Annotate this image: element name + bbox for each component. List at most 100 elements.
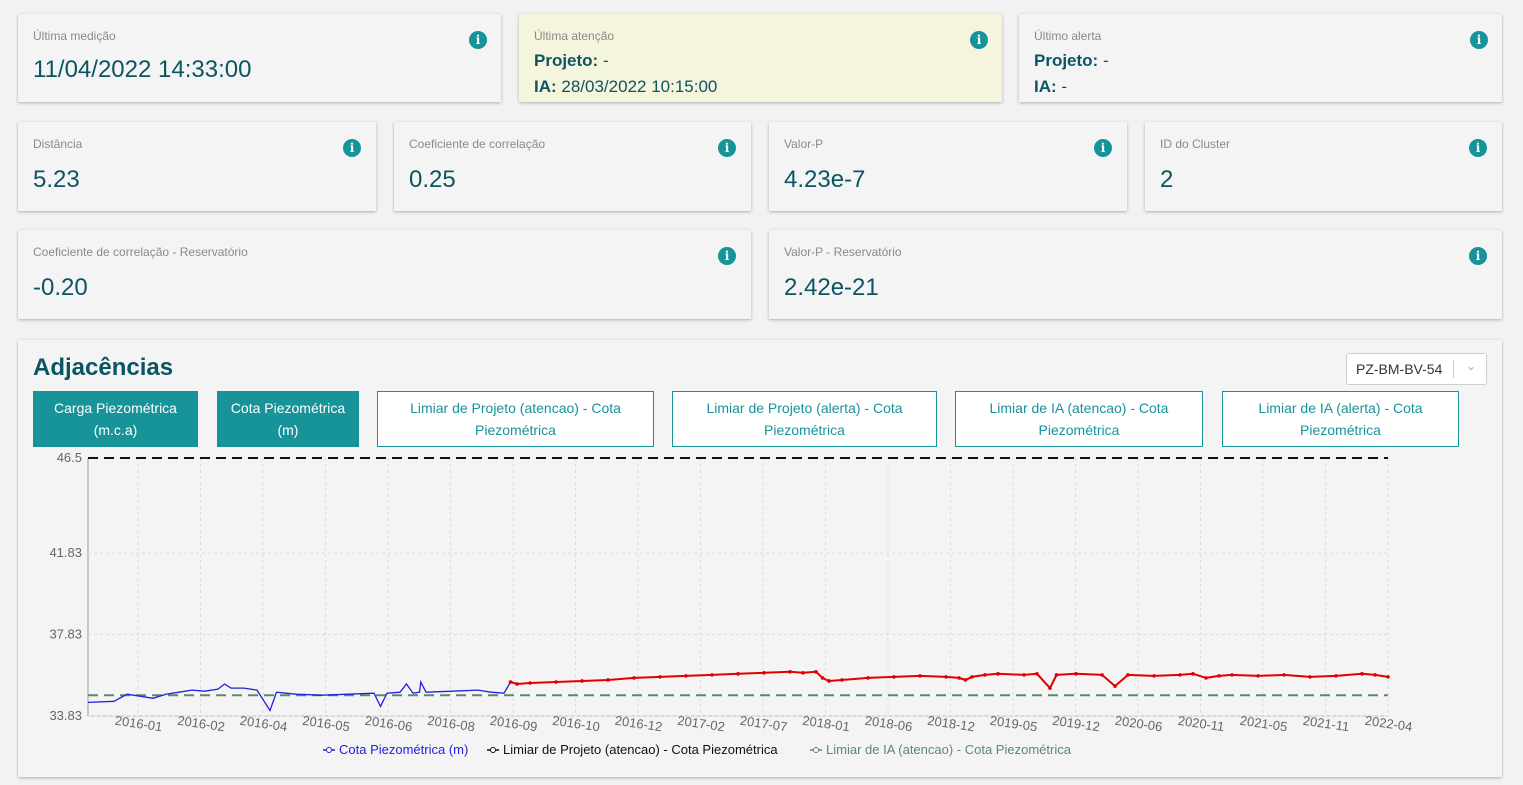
instrument-select-value: PZ-BM-BV-54	[1356, 361, 1443, 377]
series-cota-point	[632, 676, 636, 680]
toggle-carga-piezometrica[interactable]: Carga Piezométrica (m.c.a)	[33, 391, 198, 447]
series-cota-point	[1074, 672, 1078, 676]
series-cota-point	[1204, 676, 1208, 680]
distance-value: 5.23	[33, 166, 80, 193]
x-tick-label: 2018-12	[926, 713, 975, 734]
x-tick-label: 2016-01	[114, 713, 163, 734]
card-last-measurement: Última medição i 11/04/2022 14:33:00	[18, 14, 501, 102]
series-cota-point	[1282, 673, 1286, 677]
alert-ia-row: IA: -	[1034, 77, 1067, 97]
ia-value: 28/03/2022 10:15:00	[556, 77, 718, 96]
toggle-cota-piezometrica[interactable]: Cota Piezométrica (m)	[217, 391, 359, 447]
info-icon[interactable]: i	[718, 139, 736, 157]
series-cota-point	[658, 675, 662, 679]
series-cota-point	[1100, 673, 1104, 677]
chevron-down-icon[interactable]: ⌄	[1466, 359, 1476, 373]
series-cota-point	[840, 678, 844, 682]
p-value-reservoir-value: 2.42e-21	[784, 274, 879, 301]
card-label: Última medição	[33, 29, 116, 43]
toggle-label: Carga Piezométrica (m.c.a)	[54, 397, 177, 441]
info-icon[interactable]: i	[1469, 139, 1487, 157]
attention-project-row: Projeto: -	[534, 51, 609, 71]
x-tick-label: 2019-12	[1051, 713, 1100, 734]
series-cota-point	[1256, 674, 1260, 678]
y-tick-label: 33.83	[49, 708, 82, 723]
toggle-label-line2: Piezométrica	[1300, 422, 1381, 438]
series-cota-point	[554, 680, 558, 684]
toggle-limiar-projeto-atencao[interactable]: Limiar de Projeto (atencao) - Cota Piezom…	[377, 391, 654, 447]
adjacencias-panel: Adjacências PZ-BM-BV-54 ⌄ Carga Piezomét…	[18, 340, 1502, 777]
series-cota-point	[710, 673, 714, 677]
card-label: Último alerta	[1034, 29, 1102, 43]
toggle-label: Cota Piezométrica (m)	[231, 397, 345, 441]
series-cota-point	[963, 678, 968, 682]
toggle-label-line1: Limiar de IA (atencao) - Cota	[989, 400, 1169, 416]
x-tick-label: 2018-06	[864, 713, 913, 734]
toggle-label-line2: (m)	[277, 422, 299, 438]
info-icon[interactable]: i	[718, 247, 736, 265]
last-measurement-value: 11/04/2022 14:33:00	[33, 56, 252, 83]
x-tick-label: 2018-01	[801, 713, 850, 734]
card-label: Coeficiente de correlação - Reservatório	[33, 245, 248, 259]
x-tick-label: 2022-04	[1364, 713, 1413, 734]
card-correlation-reservoir: Coeficiente de correlação - Reservatório…	[18, 230, 751, 319]
series-cota-point	[1360, 672, 1364, 676]
series-cota-point	[515, 682, 519, 686]
card-label: Última atenção	[534, 29, 615, 43]
toggle-limiar-ia-alerta[interactable]: Limiar de IA (alerta) - Cota Piezométrica	[1222, 391, 1459, 447]
toggle-label-line1: Limiar de Projeto (atencao) - Cota	[410, 400, 621, 416]
info-icon[interactable]: i	[1469, 247, 1487, 265]
series-cota-point	[996, 672, 1000, 676]
x-tick-label: 2016-04	[239, 713, 288, 734]
series-cota-line	[87, 679, 518, 712]
series-cota-point	[957, 676, 961, 680]
x-tick-label: 2021-11	[1302, 713, 1350, 734]
toggle-label-line2: Piezométrica	[764, 422, 845, 438]
series-cota-point	[788, 670, 792, 674]
series-cota-alert-line	[510, 670, 1389, 690]
instrument-select[interactable]: PZ-BM-BV-54 ⌄	[1346, 353, 1487, 385]
series-cota-point	[1048, 686, 1052, 690]
series-cota-point	[1113, 684, 1117, 688]
toggle-label-line2: Piezométrica	[1038, 422, 1120, 438]
series-cota-point	[1022, 673, 1026, 677]
x-tick-label: 2021-05	[1239, 713, 1288, 734]
x-tick-label: 2020-11	[1177, 713, 1225, 734]
series-cota-point	[508, 680, 513, 684]
correlation-reservoir-value: -0.20	[33, 274, 88, 301]
toggle-limiar-projeto-alerta[interactable]: Limiar de Projeto (alerta) - Cota Piezomé…	[672, 391, 937, 447]
series-cota-point	[1152, 674, 1156, 678]
toggle-limiar-ia-atencao[interactable]: Limiar de IA (atencao) - Cota Piezométric…	[955, 391, 1203, 447]
series-cota-point	[684, 674, 688, 678]
info-icon[interactable]: i	[343, 139, 361, 157]
legend-label: Cota Piezométrica (m)	[339, 742, 468, 757]
series-cota-point	[814, 670, 818, 674]
info-icon[interactable]: i	[970, 31, 988, 49]
toggle-label: Limiar de Projeto (atencao) - Cota Piezom…	[410, 397, 621, 441]
series-cota-point	[1386, 675, 1390, 679]
info-icon[interactable]: i	[469, 31, 487, 49]
series-cota-point	[736, 672, 740, 676]
info-icon[interactable]: i	[1094, 139, 1112, 157]
toggle-label-line1: Cota Piezométrica	[230, 400, 346, 416]
x-tick-label: 2016-06	[364, 713, 413, 734]
x-tick-label: 2017-07	[739, 713, 788, 734]
card-last-alert: Último alerta i Projeto: - IA: -	[1019, 14, 1502, 102]
series-cota-point	[1373, 673, 1377, 677]
toggle-label-line1: Limiar de IA (alerta) - Cota	[1258, 400, 1423, 416]
series-cota-point	[866, 676, 870, 680]
project-value: -	[598, 51, 609, 70]
toggle-label-line1: Carga Piezométrica	[54, 400, 177, 416]
legend-label: Limiar de Projeto (atencao) - Cota Piezo…	[503, 742, 778, 757]
info-icon[interactable]: i	[1470, 31, 1488, 49]
x-tick-label: 2016-10	[551, 713, 600, 734]
y-tick-label: 41.83	[49, 545, 82, 560]
toggle-label: Limiar de IA (atencao) - Cota Piezométric…	[990, 397, 1169, 441]
series-cota-point	[983, 673, 987, 677]
series-cota-point	[1308, 675, 1312, 679]
legend-marker	[813, 747, 819, 753]
card-p-value: Valor-P i 4.23e-7	[769, 122, 1127, 211]
series-cota-point	[820, 676, 825, 680]
card-label: Valor-P	[784, 137, 824, 151]
series-cota-point	[762, 671, 766, 675]
